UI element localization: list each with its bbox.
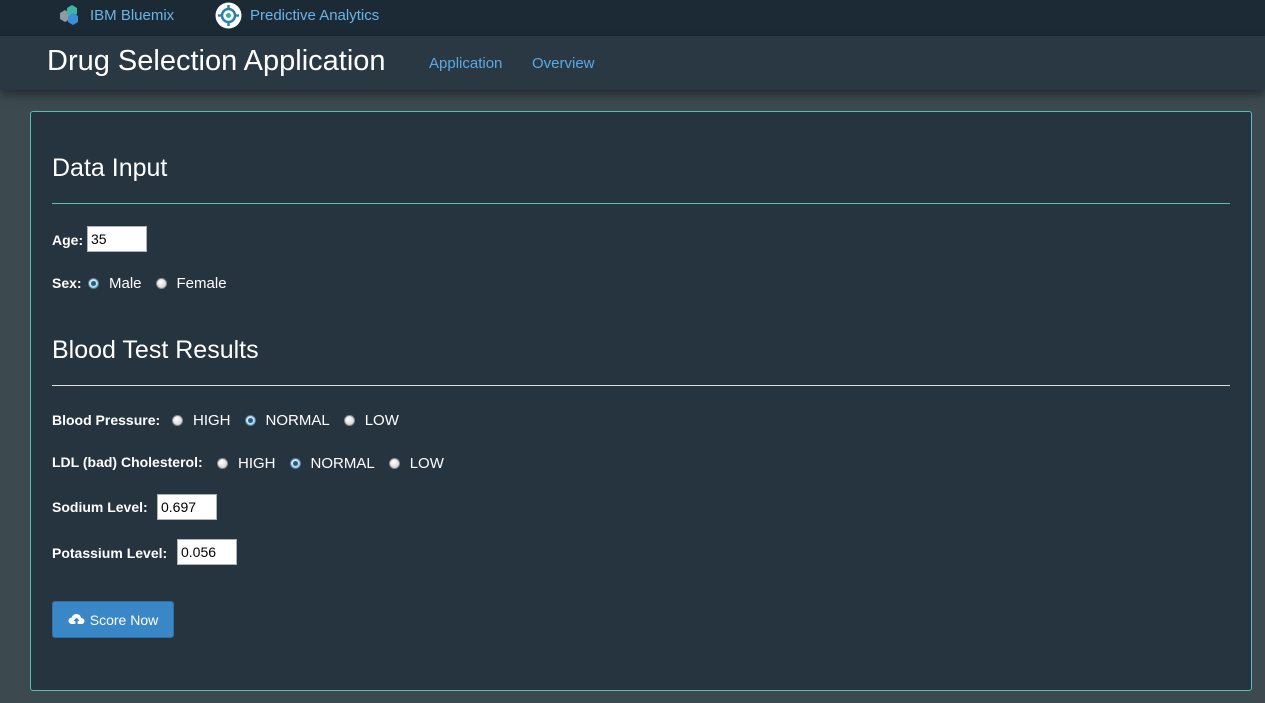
page-title: Drug Selection Application [47,45,386,77]
data-input-heading: Data Input [52,154,168,182]
divider [52,385,1230,386]
top-bar: IBM Bluemix Predictive Analytics [0,0,1265,36]
sex-male-radio[interactable]: Male [88,275,142,292]
radio-unchecked-icon [172,415,183,426]
bp-normal-radio[interactable]: NORMAL [244,412,330,429]
ldl-low-radio[interactable]: LOW [388,455,444,472]
radio-checked-icon [244,415,256,426]
bp-low-radio[interactable]: LOW [343,412,399,429]
predictive-analytics-link[interactable]: Predictive Analytics [215,0,379,30]
divider [52,203,1230,204]
score-now-button[interactable]: Score Now [52,601,174,638]
predictive-analytics-label: Predictive Analytics [250,6,380,24]
ldl-cholesterol-label: LDL (bad) Cholesterol: [52,454,203,470]
sex-female-radio[interactable]: Female [155,275,227,292]
sex-radio-group: Male Female [88,275,241,292]
potassium-input[interactable] [177,539,237,565]
sodium-label: Sodium Level: [52,499,148,515]
blood-pressure-label: Blood Pressure: [52,412,161,428]
age-input[interactable] [87,226,147,252]
radio-checked-icon [289,458,301,469]
blood-pressure-radio-group: HIGH NORMAL LOW [172,412,413,429]
ldl-high-radio[interactable]: HIGH [217,455,276,472]
radio-checked-icon [88,278,99,289]
ldl-normal-radio[interactable]: NORMAL [289,455,375,472]
ldl-radio-group: HIGH NORMAL LOW [217,455,458,472]
radio-unchecked-icon [217,458,228,469]
bluemix-logo-icon [58,4,82,26]
sex-label: Sex: [52,275,82,291]
age-label: Age: [52,232,84,248]
blood-test-heading: Blood Test Results [52,336,259,364]
nav-application[interactable]: Application [429,55,502,72]
potassium-label: Potassium Level: [52,545,168,561]
app-header: Drug Selection Application Application O… [0,36,1265,90]
bluemix-link[interactable]: IBM Bluemix [58,0,174,30]
sodium-input[interactable] [157,494,217,520]
radio-unchecked-icon [155,278,167,289]
nav-overview[interactable]: Overview [532,55,595,72]
input-panel: Data Input Age: Sex: Male Female Blood T… [30,111,1252,691]
score-now-label: Score Now [89,611,159,628]
bluemix-label: IBM Bluemix [90,6,175,24]
cloud-upload-icon [68,613,85,627]
radio-unchecked-icon [343,415,355,426]
bp-high-radio[interactable]: HIGH [172,412,231,429]
radio-unchecked-icon [388,458,400,469]
predictive-analytics-icon [215,2,242,29]
